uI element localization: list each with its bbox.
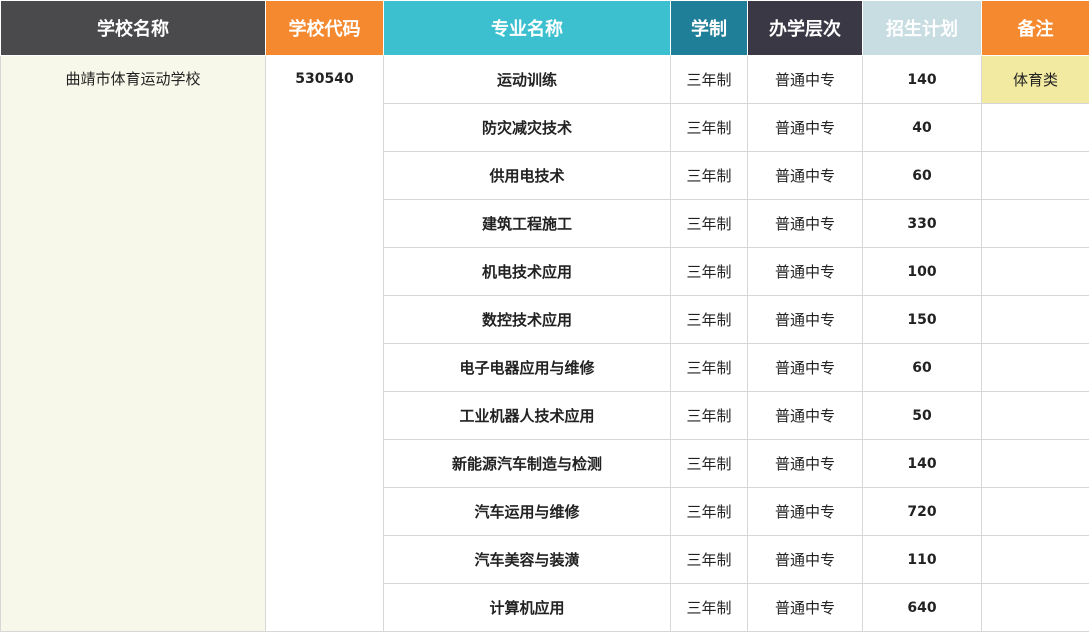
level: 普通中专 (748, 488, 863, 536)
remark-empty (982, 344, 1089, 392)
enrollment-plan: 330 (863, 200, 982, 248)
major-name: 汽车美容与装潢 (384, 536, 671, 584)
duration: 三年制 (671, 104, 748, 152)
header-school-code: 学校代码 (266, 1, 384, 56)
duration: 三年制 (671, 152, 748, 200)
major-name: 汽车运用与维修 (384, 488, 671, 536)
major-name: 工业机器人技术应用 (384, 392, 671, 440)
enrollment-plan: 140 (863, 440, 982, 488)
header-school-name: 学校名称 (1, 1, 266, 56)
level: 普通中专 (748, 104, 863, 152)
level: 普通中专 (748, 248, 863, 296)
duration: 三年制 (671, 584, 748, 632)
remark-empty (982, 248, 1089, 296)
enrollment-plan: 60 (863, 344, 982, 392)
level: 普通中专 (748, 440, 863, 488)
header-row: 学校名称 学校代码 专业名称 学制 办学层次 招生计划 备注 (1, 1, 1089, 56)
enrollment-plan: 110 (863, 536, 982, 584)
enrollment-plan: 60 (863, 152, 982, 200)
remark-empty (982, 440, 1089, 488)
enrollment-plan-table: 学校名称 学校代码 专业名称 学制 办学层次 招生计划 备注 曲靖市体育运动学校… (0, 0, 1089, 632)
duration: 三年制 (671, 296, 748, 344)
header-enrollment-plan: 招生计划 (863, 1, 982, 56)
duration: 三年制 (671, 344, 748, 392)
header-major-name: 专业名称 (384, 1, 671, 56)
level: 普通中专 (748, 296, 863, 344)
header-remark: 备注 (982, 1, 1089, 56)
enrollment-plan: 640 (863, 584, 982, 632)
major-name: 防灾减灾技术 (384, 104, 671, 152)
major-name: 数控技术应用 (384, 296, 671, 344)
remark-empty (982, 200, 1089, 248)
remark-empty (982, 584, 1089, 632)
remark-empty (982, 152, 1089, 200)
remark-empty (982, 392, 1089, 440)
duration: 三年制 (671, 488, 748, 536)
major-name: 机电技术应用 (384, 248, 671, 296)
enrollment-plan: 150 (863, 296, 982, 344)
duration: 三年制 (671, 440, 748, 488)
enrollment-plan: 140 (863, 56, 982, 104)
level: 普通中专 (748, 344, 863, 392)
school-code-cell: 530540 (266, 56, 384, 632)
school-name-cell: 曲靖市体育运动学校 (1, 56, 266, 632)
enrollment-plan: 50 (863, 392, 982, 440)
remark-empty (982, 296, 1089, 344)
remark-empty (982, 536, 1089, 584)
enrollment-plan: 100 (863, 248, 982, 296)
header-level: 办学层次 (748, 1, 863, 56)
table-header: 学校名称 学校代码 专业名称 学制 办学层次 招生计划 备注 (1, 1, 1089, 56)
table-row: 曲靖市体育运动学校 530540 运动训练 三年制 普通中专 140 体育类 (1, 56, 1089, 104)
major-name: 建筑工程施工 (384, 200, 671, 248)
school-name: 曲靖市体育运动学校 (1, 56, 265, 103)
level: 普通中专 (748, 152, 863, 200)
table-body: 曲靖市体育运动学校 530540 运动训练 三年制 普通中专 140 体育类 防… (1, 56, 1089, 632)
school-code: 530540 (266, 56, 383, 103)
enrollment-plan: 40 (863, 104, 982, 152)
level: 普通中专 (748, 584, 863, 632)
duration: 三年制 (671, 248, 748, 296)
header-duration: 学制 (671, 1, 748, 56)
duration: 三年制 (671, 392, 748, 440)
enrollment-plan: 720 (863, 488, 982, 536)
duration: 三年制 (671, 536, 748, 584)
remark: 体育类 (982, 56, 1089, 104)
level: 普通中专 (748, 56, 863, 104)
duration: 三年制 (671, 56, 748, 104)
major-name: 供用电技术 (384, 152, 671, 200)
duration: 三年制 (671, 200, 748, 248)
major-name: 电子电器应用与维修 (384, 344, 671, 392)
major-name: 新能源汽车制造与检测 (384, 440, 671, 488)
major-name: 运动训练 (384, 56, 671, 104)
level: 普通中专 (748, 200, 863, 248)
enrollment-table-page: 学校名称 学校代码 专业名称 学制 办学层次 招生计划 备注 曲靖市体育运动学校… (0, 0, 1089, 626)
level: 普通中专 (748, 536, 863, 584)
level: 普通中专 (748, 392, 863, 440)
remark-empty (982, 488, 1089, 536)
major-name: 计算机应用 (384, 584, 671, 632)
remark-empty (982, 104, 1089, 152)
